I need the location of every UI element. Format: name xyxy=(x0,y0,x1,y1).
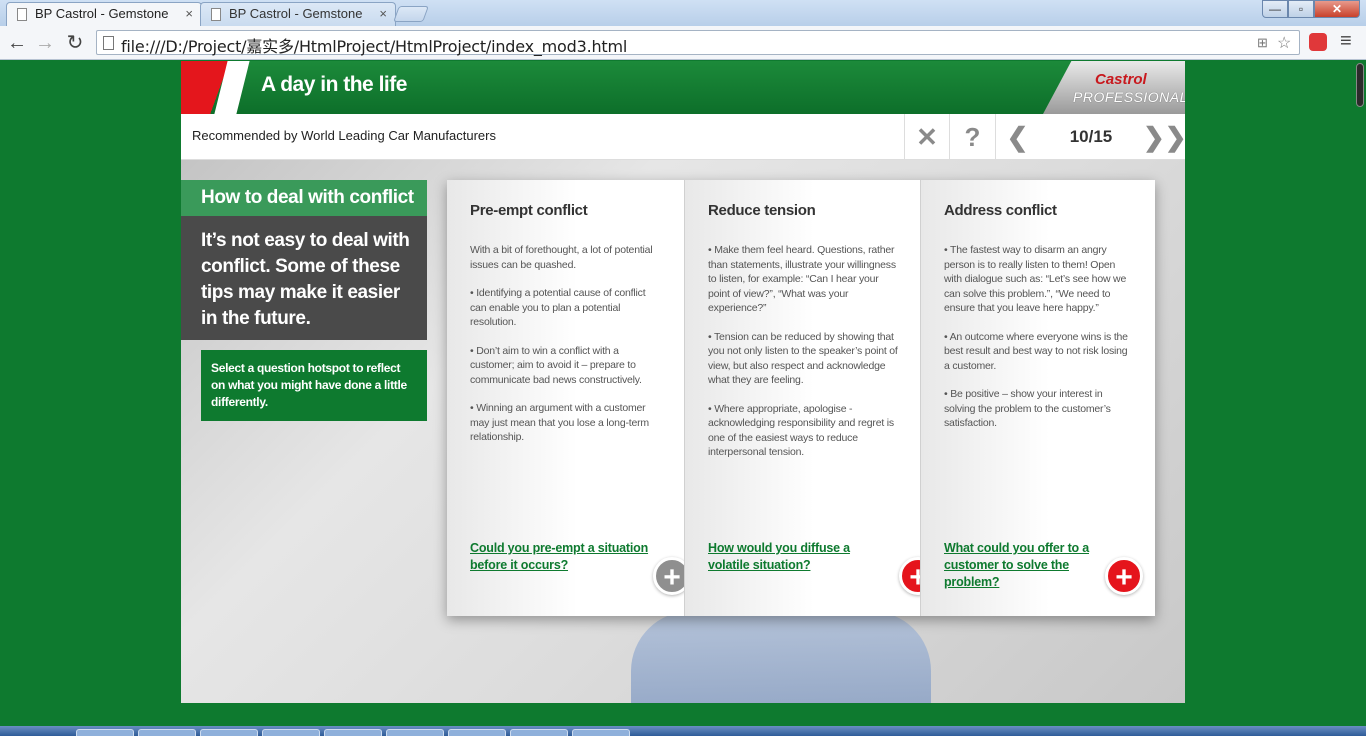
page-icon xyxy=(17,8,27,21)
course-header: A day in the life Castrol PROFESSIONAL xyxy=(181,61,1185,114)
panel-paragraph: • Make them feel heard. Questions, rathe… xyxy=(708,244,896,314)
question-link[interactable]: What could you offer to a customer to so… xyxy=(944,540,1104,591)
taskbar-item[interactable] xyxy=(200,729,258,736)
castrol-logo: Castrol PROFESSIONAL xyxy=(1043,61,1185,114)
menu-icon[interactable]: ≡ xyxy=(1340,30,1352,53)
intro-body: It’s not easy to deal with conflict. Som… xyxy=(181,216,427,340)
taskbar-item[interactable] xyxy=(76,729,134,736)
panel-paragraph: • An outcome where everyone wins is the … xyxy=(944,330,1128,372)
tab-close-icon[interactable]: × xyxy=(185,3,193,25)
course-subbar: Recommended by World Leading Car Manufac… xyxy=(181,114,1185,160)
panel-paragraph: • Identifying a potential cause of confl… xyxy=(470,287,646,328)
person-background-image xyxy=(631,611,931,703)
tip-panels: Pre-empt conflict With a bit of forethou… xyxy=(447,180,1155,616)
browser-toolbar: ← → ↻ file:///D:/Project/嘉实多/HtmlProject… xyxy=(0,26,1366,60)
taskbar-item[interactable] xyxy=(324,729,382,736)
forward-button[interactable]: → xyxy=(32,30,58,56)
close-button[interactable]: ✕ xyxy=(904,114,949,160)
browser-tab-inactive[interactable]: BP Castrol - Gemstone × xyxy=(200,2,396,26)
page-icon xyxy=(211,8,221,21)
panel-title: Address conflict xyxy=(944,202,1057,219)
panel-paragraph: • Winning an argument with a customer ma… xyxy=(470,402,649,443)
reload-button[interactable]: ↻ xyxy=(62,30,88,56)
window-minimize-button[interactable]: — xyxy=(1262,0,1288,18)
course-subtitle: Recommended by World Leading Car Manufac… xyxy=(192,128,496,143)
vertical-scrollbar[interactable] xyxy=(1354,61,1366,726)
address-url[interactable]: file:///D:/Project/嘉实多/HtmlProject/HtmlP… xyxy=(121,33,627,57)
intro-hint: Select a question hotspot to reflect on … xyxy=(201,350,427,421)
translate-icon[interactable]: ⊞ xyxy=(1257,35,1268,51)
page-counter: 10/15 xyxy=(1069,127,1113,146)
question-link[interactable]: How would you diffuse a volatile situati… xyxy=(708,540,888,574)
question-link[interactable]: Could you pre-empt a situation before it… xyxy=(470,540,650,574)
panel-pre-empt-conflict: Pre-empt conflict With a bit of forethou… xyxy=(447,180,691,616)
taskbar-item[interactable] xyxy=(386,729,444,736)
taskbar-item[interactable] xyxy=(262,729,320,736)
panel-paragraph: • Where appropriate, apologise - acknowl… xyxy=(708,402,894,459)
taskbar-item[interactable] xyxy=(572,729,630,736)
new-tab-button[interactable] xyxy=(393,6,429,22)
hotspot-plus-icon[interactable]: + xyxy=(1105,557,1143,595)
panel-paragraph: • Be positive – show your interest in so… xyxy=(944,388,1111,429)
scrollbar-thumb[interactable] xyxy=(1356,63,1364,107)
intro-heading: How to deal with conflict xyxy=(181,180,427,216)
logo-brand: Castrol xyxy=(1095,71,1147,88)
next-page-button[interactable]: ❯❯ xyxy=(1143,114,1185,160)
panel-address-conflict: Address conflict • The fastest way to di… xyxy=(920,180,1155,616)
taskbar-item[interactable] xyxy=(510,729,568,736)
browser-tab-strip: BP Castrol - Gemstone × BP Castrol - Gem… xyxy=(0,0,1366,26)
taskbar-item[interactable] xyxy=(138,729,196,736)
taskbar-item[interactable] xyxy=(448,729,506,736)
bookmark-star-icon[interactable]: ☆ xyxy=(1277,33,1291,53)
tab-title: BP Castrol - Gemstone xyxy=(35,6,169,21)
back-button[interactable]: ← xyxy=(4,30,30,56)
course-title: A day in the life xyxy=(261,73,407,96)
panel-paragraph: • Tension can be reduced by showing that… xyxy=(708,330,898,387)
window-close-button[interactable]: ✕ xyxy=(1314,0,1360,18)
page-icon xyxy=(103,36,114,50)
panel-paragraph: With a bit of forethought, a lot of pote… xyxy=(470,244,653,271)
panel-paragraph: • Don’t aim to win a conflict with a cus… xyxy=(470,344,642,386)
extension-icon[interactable] xyxy=(1309,33,1327,51)
tab-close-icon[interactable]: × xyxy=(379,3,387,25)
logo-line: PROFESSIONAL xyxy=(1073,89,1185,105)
window-maximize-button[interactable]: ▫ xyxy=(1288,0,1314,18)
panel-paragraph: • The fastest way to disarm an angry per… xyxy=(944,244,1127,314)
tab-title: BP Castrol - Gemstone xyxy=(229,6,363,21)
panel-title: Reduce tension xyxy=(708,202,816,219)
panel-reduce-tension: Reduce tension • Make them feel heard. Q… xyxy=(684,180,937,616)
course-stage: A day in the life Castrol PROFESSIONAL R… xyxy=(181,61,1185,703)
panel-title: Pre-empt conflict xyxy=(470,202,588,219)
previous-page-button[interactable]: ❮ xyxy=(995,114,1039,160)
help-button[interactable]: ? xyxy=(949,114,995,160)
browser-tab-active[interactable]: BP Castrol - Gemstone × xyxy=(6,2,202,26)
address-bar[interactable]: file:///D:/Project/嘉实多/HtmlProject/HtmlP… xyxy=(96,30,1300,57)
